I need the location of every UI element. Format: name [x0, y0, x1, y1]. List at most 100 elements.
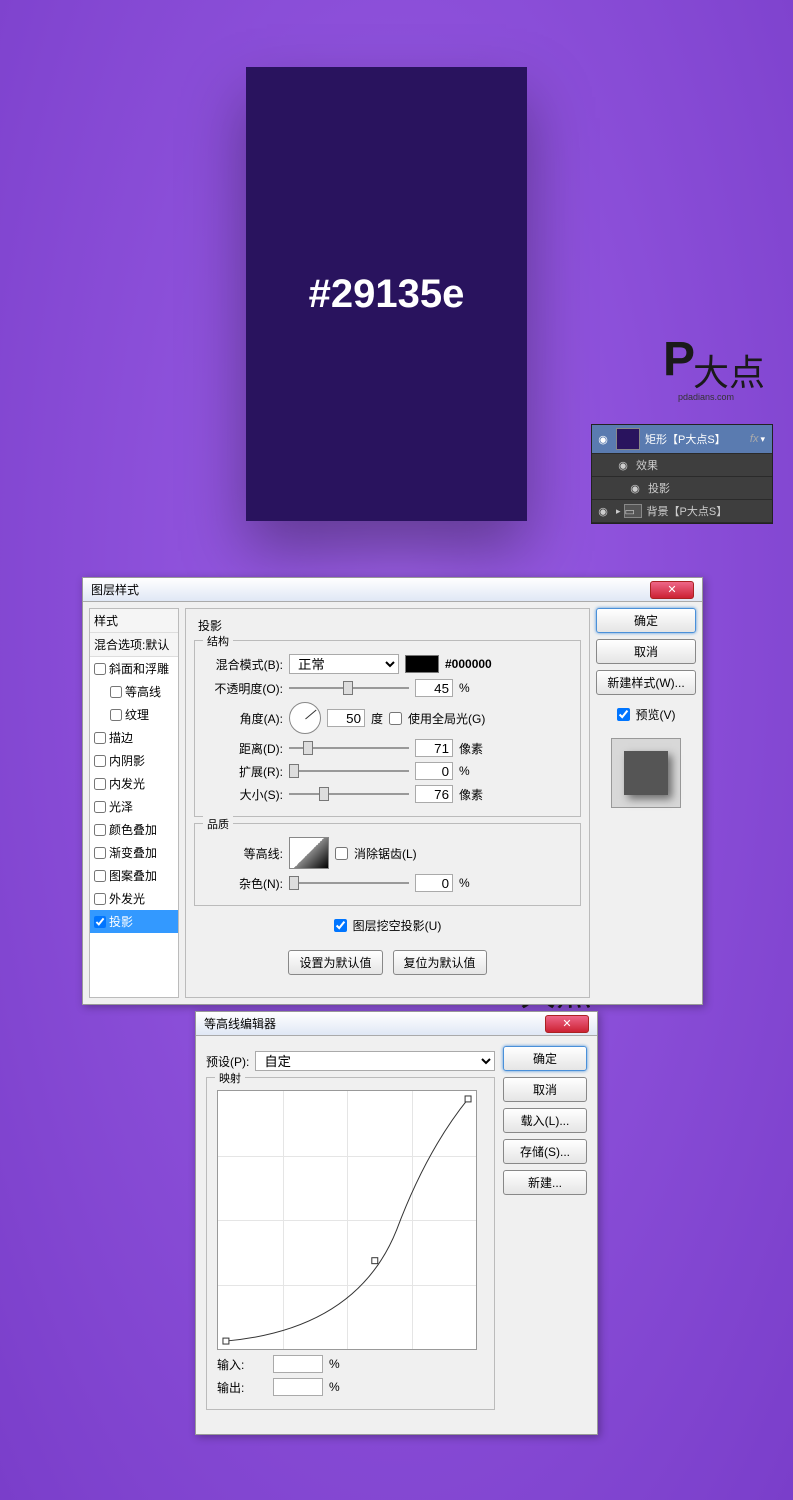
svg-text:pdadians.com: pdadians.com	[678, 392, 734, 402]
ok-button[interactable]: 确定	[596, 608, 696, 633]
size-slider[interactable]	[289, 786, 409, 802]
checkbox[interactable]	[94, 663, 106, 675]
legend: 品质	[203, 816, 233, 832]
watermark-logo: P大点Spdadians.com	[663, 330, 763, 405]
checkbox[interactable]	[94, 778, 106, 790]
style-drop-shadow[interactable]: 投影	[90, 910, 178, 933]
set-default-button[interactable]: 设置为默认值	[288, 950, 382, 975]
effects-label: 效果	[636, 457, 658, 473]
dialog-titlebar[interactable]: 等高线编辑器 ✕	[196, 1012, 597, 1036]
global-light-checkbox[interactable]	[389, 712, 402, 725]
structure-fieldset: 结构 混合模式(B): 正常 #000000 不透明度(O): % 角度(A):	[194, 640, 581, 817]
save-button[interactable]: 存储(S)...	[503, 1139, 587, 1164]
layer-shadow-row[interactable]: ◉ 投影	[592, 477, 772, 500]
curve-canvas[interactable]	[217, 1090, 477, 1350]
layer-effects-row[interactable]: ◉ 效果	[592, 454, 772, 477]
style-inner-glow[interactable]: 内发光	[90, 772, 178, 795]
cancel-button[interactable]: 取消	[596, 639, 696, 664]
style-color-overlay[interactable]: 颜色叠加	[90, 818, 178, 841]
output-field[interactable]	[273, 1378, 323, 1396]
preview-checkbox[interactable]	[617, 708, 630, 721]
input-field[interactable]	[273, 1355, 323, 1373]
checkbox[interactable]	[94, 801, 106, 813]
checkbox[interactable]	[94, 755, 106, 767]
quality-fieldset: 品质 等高线: 消除锯齿(L) 杂色(N): %	[194, 823, 581, 906]
preset-select[interactable]: 自定	[255, 1051, 495, 1071]
color-swatch[interactable]	[405, 655, 439, 673]
close-icon[interactable]: ✕	[650, 581, 694, 599]
spread-slider[interactable]	[289, 763, 409, 779]
close-icon[interactable]: ✕	[545, 1015, 589, 1033]
load-button[interactable]: 载入(L)...	[503, 1108, 587, 1133]
eye-icon[interactable]: ◉	[596, 504, 610, 518]
mapping-fieldset: 映射 输入:	[206, 1077, 495, 1410]
svg-text:P: P	[663, 333, 695, 386]
distance-slider[interactable]	[289, 740, 409, 756]
chevron-right-icon[interactable]: ▸	[616, 506, 621, 517]
noise-input[interactable]	[415, 874, 453, 892]
contour-editor-dialog: 等高线编辑器 ✕ 预设(P): 自定 映射	[195, 1011, 598, 1435]
blend-options-item[interactable]: 混合选项:默认	[90, 633, 178, 657]
style-outer-glow[interactable]: 外发光	[90, 887, 178, 910]
style-pattern-overlay[interactable]: 图案叠加	[90, 864, 178, 887]
checkbox[interactable]	[94, 824, 106, 836]
knockout-checkbox[interactable]	[334, 919, 347, 932]
layer-style-dialog: 图层样式 ✕ 样式 混合选项:默认 斜面和浮雕 等高线 纹理 描边 内阴影 内发…	[82, 577, 703, 1005]
shadow-label: 投影	[648, 480, 670, 496]
style-gradient-overlay[interactable]: 渐变叠加	[90, 841, 178, 864]
checkbox[interactable]	[94, 893, 106, 905]
angle-dial[interactable]	[289, 702, 321, 734]
dialog-title-text: 图层样式	[91, 581, 139, 598]
reset-default-button[interactable]: 复位为默认值	[393, 950, 487, 975]
layer-bg-group[interactable]: ◉ ▸ ▭ 背景【P大点S】	[592, 500, 772, 523]
style-contour[interactable]: 等高线	[90, 680, 178, 703]
style-texture[interactable]: 纹理	[90, 703, 178, 726]
size-label: 大小(S):	[205, 786, 283, 803]
distance-input[interactable]	[415, 739, 453, 757]
eye-icon[interactable]: ◉	[596, 432, 610, 446]
group-label: 背景【P大点S】	[647, 503, 728, 519]
styles-header[interactable]: 样式	[90, 609, 178, 633]
dialog-title-text: 等高线编辑器	[204, 1015, 276, 1032]
checkbox[interactable]	[94, 732, 106, 744]
spread-label: 扩展(R):	[205, 763, 283, 780]
style-inner-shadow[interactable]: 内阴影	[90, 749, 178, 772]
blend-mode-select[interactable]: 正常	[289, 654, 399, 674]
color-hex: #000000	[445, 657, 492, 671]
antialias-checkbox[interactable]	[335, 847, 348, 860]
eye-icon[interactable]: ◉	[616, 458, 630, 472]
style-bevel[interactable]: 斜面和浮雕	[90, 657, 178, 680]
fx-badge[interactable]: fx	[750, 433, 759, 445]
opacity-input[interactable]	[415, 679, 453, 697]
dialog-right-column: 确定 取消 新建样式(W)... 预览(V)	[596, 608, 696, 998]
checkbox[interactable]	[110, 709, 122, 721]
legend: 结构	[203, 633, 233, 649]
global-light-label: 使用全局光(G)	[408, 710, 485, 727]
noise-slider[interactable]	[289, 875, 409, 891]
angle-input[interactable]	[327, 709, 365, 727]
new-button[interactable]: 新建...	[503, 1170, 587, 1195]
opacity-slider[interactable]	[289, 680, 409, 696]
contour-thumb[interactable]	[289, 837, 329, 869]
checkbox[interactable]	[110, 686, 122, 698]
chevron-down-icon[interactable]: ▾	[760, 434, 765, 445]
cancel-button[interactable]: 取消	[503, 1077, 587, 1102]
input-label: 输入:	[217, 1356, 267, 1373]
checkbox[interactable]	[94, 916, 106, 928]
angle-label: 角度(A):	[205, 710, 283, 727]
style-stroke[interactable]: 描边	[90, 726, 178, 749]
checkbox[interactable]	[94, 870, 106, 882]
checkbox[interactable]	[94, 847, 106, 859]
layer-thumbnail	[616, 428, 640, 450]
spread-input[interactable]	[415, 762, 453, 780]
dialog-titlebar[interactable]: 图层样式 ✕	[83, 578, 702, 602]
size-input[interactable]	[415, 785, 453, 803]
ok-button[interactable]: 确定	[503, 1046, 587, 1071]
eye-icon[interactable]: ◉	[628, 481, 642, 495]
new-style-button[interactable]: 新建样式(W)...	[596, 670, 696, 695]
blend-mode-label: 混合模式(B):	[205, 656, 283, 673]
layer-rect[interactable]: ◉ 矩形【P大点S】 fx ▾	[592, 425, 772, 454]
distance-label: 距离(D):	[205, 740, 283, 757]
color-hex-label: #29135e	[309, 272, 465, 317]
style-satin[interactable]: 光泽	[90, 795, 178, 818]
